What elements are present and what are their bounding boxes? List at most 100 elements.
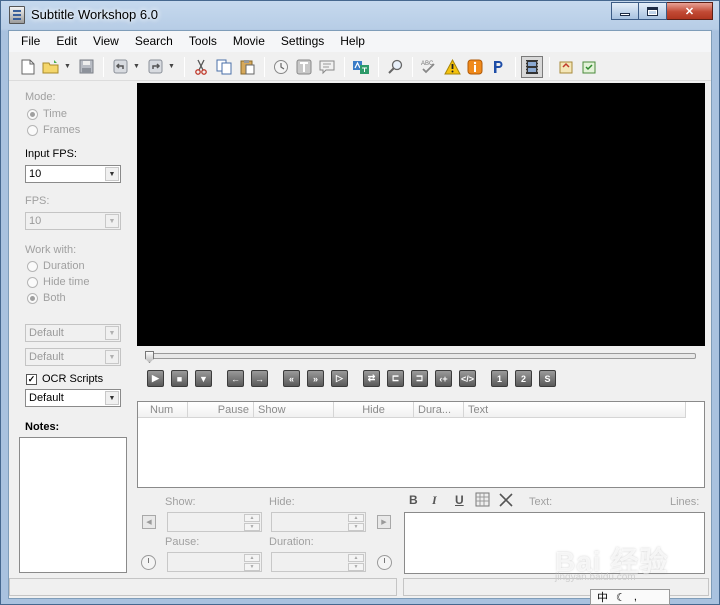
menu-tools[interactable]: Tools <box>181 31 225 52</box>
menu-search[interactable]: Search <box>127 31 181 52</box>
info-button[interactable] <box>464 56 486 78</box>
menu-file[interactable]: File <box>13 31 48 52</box>
ocr-scripts-checkbox[interactable]: ✓ OCR Scripts <box>26 373 103 385</box>
set-start-button[interactable]: ⊏ <box>387 370 404 387</box>
timer-button[interactable] <box>270 56 292 78</box>
input-fps-select[interactable]: 10 ▼ <box>25 165 121 183</box>
next-subtitle-icon[interactable]: ▶ <box>377 515 391 529</box>
style-select-2-value: Default <box>29 351 64 363</box>
code-button[interactable]: </> <box>459 370 476 387</box>
duration-clock-icon[interactable] <box>377 555 392 570</box>
col-show[interactable]: Show <box>254 402 334 418</box>
show-time-input[interactable]: ▲ ▼ <box>167 512 262 532</box>
next-frame-button[interactable]: ▷ <box>331 370 348 387</box>
notes-textarea[interactable] <box>19 437 127 573</box>
text-button[interactable] <box>293 56 315 78</box>
subtitle-list[interactable]: Num Pause Show Hide Dura... Text <box>137 401 705 488</box>
back-button[interactable]: ← <box>227 370 244 387</box>
mode-time-radio[interactable]: Time <box>27 108 67 120</box>
col-text[interactable]: Text <box>464 402 686 418</box>
import-button[interactable] <box>578 56 600 78</box>
play-button[interactable]: ▶ <box>147 370 164 387</box>
clear-format-icon[interactable] <box>499 493 513 507</box>
menu-view[interactable]: View <box>85 31 127 52</box>
spin-up-icon[interactable]: ▲ <box>348 554 364 562</box>
open-button[interactable] <box>40 56 62 78</box>
down-button[interactable]: ▼ <box>195 370 212 387</box>
menu-help[interactable]: Help <box>332 31 373 52</box>
spin-down-icon[interactable]: ▼ <box>348 563 364 571</box>
style-select-2[interactable]: Default ▼ <box>25 348 121 366</box>
paste-button[interactable] <box>236 56 258 78</box>
work-duration-radio[interactable]: Duration <box>27 260 85 272</box>
maximize-button[interactable] <box>639 2 667 20</box>
sync-button[interactable]: ⇄ <box>363 370 380 387</box>
spin-up-icon[interactable]: ▲ <box>244 514 260 522</box>
marker-s-button[interactable]: S <box>539 370 556 387</box>
video-display[interactable] <box>137 83 705 346</box>
search-button[interactable] <box>384 56 406 78</box>
title-bar[interactable]: Subtitle Workshop 6.0 ✕ <box>1 1 719 29</box>
list-header: Num Pause Show Hide Dura... Text <box>138 402 686 418</box>
ocr-script-select[interactable]: Default ▼ <box>25 389 121 407</box>
close-button[interactable]: ✕ <box>667 2 713 20</box>
undo-dropdown[interactable]: ▼ <box>132 56 141 78</box>
menu-settings[interactable]: Settings <box>273 31 332 52</box>
video-preview-button[interactable] <box>521 55 543 78</box>
stop-button[interactable]: ■ <box>171 370 188 387</box>
copy-button[interactable] <box>213 56 235 78</box>
new-file-button[interactable] <box>17 56 39 78</box>
col-num[interactable]: Num <box>146 402 188 418</box>
seek-thumb[interactable] <box>145 351 154 363</box>
color-grid-icon[interactable] <box>475 492 490 507</box>
work-hide-time-radio[interactable]: Hide time <box>27 276 89 288</box>
open-dropdown[interactable]: ▼ <box>63 56 72 78</box>
ime-bar[interactable]: 中 ☾, <box>590 589 670 605</box>
pause-time-input[interactable]: ▲ ▼ <box>167 552 262 572</box>
spellcheck-button[interactable]: ABC <box>418 56 440 78</box>
spin-up-icon[interactable]: ▲ <box>244 554 260 562</box>
col-duration[interactable]: Dura... <box>414 402 464 418</box>
mode-frames-radio[interactable]: Frames <box>27 124 80 136</box>
warning-icon <box>443 58 461 74</box>
undo-button[interactable] <box>109 56 131 78</box>
underline-button[interactable]: U <box>455 493 464 507</box>
work-both-radio[interactable]: Both <box>27 292 66 304</box>
seek-bar[interactable] <box>149 353 696 359</box>
pascal-script-button[interactable] <box>487 56 509 78</box>
redo-dropdown[interactable]: ▼ <box>167 56 176 78</box>
forward-button[interactable]: → <box>251 370 268 387</box>
spin-down-icon[interactable]: ▼ <box>348 523 364 531</box>
fps-select[interactable]: 10 ▼ <box>25 212 121 230</box>
cut-button[interactable] <box>190 56 212 78</box>
add-subtitle-button[interactable]: ‹+ <box>435 370 452 387</box>
paste-icon <box>240 59 255 74</box>
menu-edit[interactable]: Edit <box>48 31 85 52</box>
comment-button[interactable] <box>316 56 338 78</box>
bold-button[interactable]: B <box>409 493 418 507</box>
hide-time-input[interactable]: ▲ ▼ <box>271 512 366 532</box>
italic-button[interactable]: I <box>432 493 437 508</box>
style-select-1[interactable]: Default ▼ <box>25 324 121 342</box>
minimize-button[interactable] <box>611 2 639 20</box>
import-icon <box>582 61 596 73</box>
translate-button[interactable] <box>350 56 372 78</box>
menu-movie[interactable]: Movie <box>225 31 273 52</box>
spin-down-icon[interactable]: ▼ <box>244 523 260 531</box>
marker-2-button[interactable]: 2 <box>515 370 532 387</box>
duration-time-input[interactable]: ▲ ▼ <box>271 552 366 572</box>
prev-subtitle-icon[interactable]: ◀ <box>142 515 156 529</box>
export-button[interactable] <box>555 56 577 78</box>
rewind-button[interactable]: « <box>283 370 300 387</box>
spin-down-icon[interactable]: ▼ <box>244 563 260 571</box>
warning-button[interactable] <box>441 56 463 78</box>
pause-clock-icon[interactable] <box>141 555 156 570</box>
marker-1-button[interactable]: 1 <box>491 370 508 387</box>
set-end-button[interactable]: ⊐ <box>411 370 428 387</box>
fast-forward-button[interactable]: » <box>307 370 324 387</box>
redo-button[interactable] <box>144 56 166 78</box>
col-hide[interactable]: Hide <box>334 402 414 418</box>
save-button[interactable] <box>75 56 97 78</box>
col-pause[interactable]: Pause <box>188 402 254 418</box>
spin-up-icon[interactable]: ▲ <box>348 514 364 522</box>
